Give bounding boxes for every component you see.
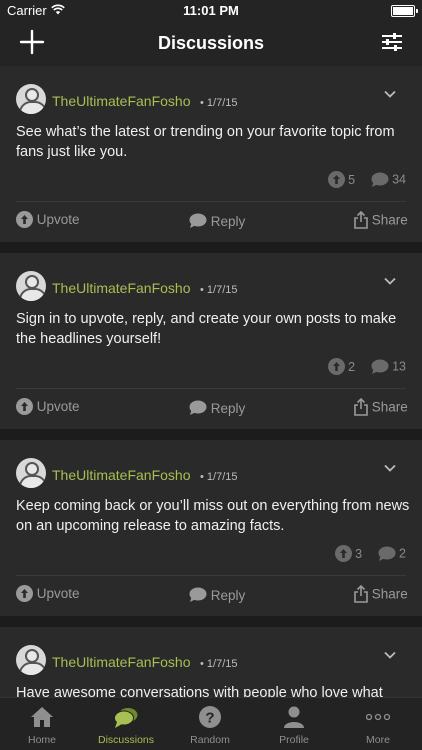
tab-discussions[interactable]: Discussions bbox=[84, 698, 168, 750]
post-text: See what’s the latest or trending on you… bbox=[16, 124, 395, 160]
post-date: • 1/7/15 bbox=[200, 471, 238, 483]
discussions-icon bbox=[114, 708, 138, 728]
post-text: Sign in to upvote, reply, and create you… bbox=[16, 311, 397, 347]
tab-label: Profile bbox=[279, 734, 309, 746]
upvote-count: 5 bbox=[348, 172, 356, 187]
upvote-icon bbox=[16, 585, 33, 602]
avatar[interactable] bbox=[16, 458, 46, 488]
tab-random[interactable]: ? Random bbox=[168, 698, 252, 750]
upvote-icon bbox=[16, 398, 33, 415]
upvote-button[interactable]: Upvote bbox=[16, 211, 80, 233]
question-icon: ? bbox=[199, 706, 221, 728]
post-text: Keep coming back or you’ll miss out on e… bbox=[16, 498, 410, 534]
discussion-feed[interactable]: TheUltimateFanFosho • 1/7/15 See what’s … bbox=[0, 66, 422, 698]
share-icon bbox=[354, 397, 368, 416]
upvote-button[interactable]: Upvote bbox=[16, 398, 80, 420]
tab-home[interactable]: Home bbox=[0, 698, 84, 750]
person-icon bbox=[284, 706, 304, 728]
tab-more[interactable]: More bbox=[336, 698, 420, 750]
upvote-count: 3 bbox=[355, 546, 363, 561]
avatar[interactable] bbox=[16, 645, 46, 675]
avatar[interactable] bbox=[16, 84, 46, 114]
post-date: • 1/7/15 bbox=[200, 658, 238, 670]
tab-profile[interactable]: Profile bbox=[252, 698, 336, 750]
svg-text:?: ? bbox=[205, 710, 214, 727]
tab-bar: Home Discussions ? Random Profile More bbox=[0, 697, 422, 750]
reply-label: Reply bbox=[210, 213, 246, 229]
battery-icon bbox=[391, 5, 418, 17]
nav-bar: Discussions bbox=[0, 22, 422, 66]
header: Carrier 11:01 PM Discussions bbox=[0, 0, 422, 66]
post-stats: 2 13 bbox=[327, 358, 406, 376]
upvote-count-icon bbox=[327, 171, 345, 188]
reply-label: Reply bbox=[210, 400, 246, 416]
reply-button[interactable]: Reply bbox=[189, 400, 245, 422]
upvote-label: Upvote bbox=[36, 212, 80, 227]
tab-label: More bbox=[366, 734, 390, 746]
upvote-count: 2 bbox=[348, 359, 356, 374]
reply-button[interactable]: Reply bbox=[189, 587, 245, 609]
tab-label: Discussions bbox=[97, 734, 155, 746]
more-icon bbox=[366, 713, 390, 721]
post-username[interactable]: TheUltimateFanFosho bbox=[52, 93, 191, 109]
upvote-icon bbox=[16, 211, 33, 228]
post-card: TheUltimateFanFosho • 1/7/15 Keep coming… bbox=[0, 440, 422, 616]
share-button[interactable]: Share bbox=[354, 397, 408, 420]
share-label: Share bbox=[371, 212, 408, 228]
share-button[interactable]: Share bbox=[354, 210, 408, 233]
tab-label: Random bbox=[190, 734, 230, 746]
page-title: Discussions bbox=[157, 33, 265, 53]
tab-label: Home bbox=[27, 734, 56, 746]
reply-label: Reply bbox=[210, 587, 246, 603]
share-icon bbox=[354, 210, 368, 229]
reply-count: 34 bbox=[392, 172, 406, 187]
reply-icon bbox=[189, 587, 207, 603]
post-card: TheUltimateFanFosho • 1/7/15 Have awesom… bbox=[0, 627, 422, 698]
upvote-button[interactable]: Upvote bbox=[16, 585, 80, 607]
reply-count-icon bbox=[378, 546, 396, 561]
share-icon bbox=[354, 584, 368, 603]
share-label: Share bbox=[371, 399, 408, 415]
filter-icon[interactable] bbox=[380, 30, 404, 54]
reply-count: 2 bbox=[399, 546, 406, 561]
upvote-count-icon bbox=[327, 358, 345, 375]
clock: 11:01 PM bbox=[183, 3, 239, 18]
divider bbox=[16, 575, 406, 576]
post-username[interactable]: TheUltimateFanFosho bbox=[52, 280, 191, 296]
divider bbox=[16, 201, 406, 202]
upvote-label: Upvote bbox=[36, 399, 80, 414]
post-stats: 5 34 bbox=[327, 171, 406, 189]
reply-icon bbox=[189, 400, 207, 416]
post-date: • 1/7/15 bbox=[200, 97, 238, 109]
reply-count-icon bbox=[371, 172, 389, 187]
chevron-down-icon[interactable] bbox=[384, 275, 396, 287]
post-stats: 3 2 bbox=[334, 545, 406, 563]
post-username[interactable]: TheUltimateFanFosho bbox=[52, 654, 191, 670]
post-text: Have awesome conversations with people w… bbox=[16, 685, 383, 698]
chevron-down-icon[interactable] bbox=[384, 88, 396, 100]
post-card: TheUltimateFanFosho • 1/7/15 See what’s … bbox=[0, 66, 422, 242]
share-button[interactable]: Share bbox=[354, 584, 408, 607]
divider bbox=[16, 388, 406, 389]
upvote-count-icon bbox=[334, 545, 352, 562]
reply-icon bbox=[189, 213, 207, 229]
upvote-label: Upvote bbox=[36, 586, 80, 601]
home-icon bbox=[31, 707, 53, 727]
post-username[interactable]: TheUltimateFanFosho bbox=[52, 467, 191, 483]
post-card: TheUltimateFanFosho • 1/7/15 Sign in to … bbox=[0, 253, 422, 429]
avatar[interactable] bbox=[16, 271, 46, 301]
chevron-down-icon[interactable] bbox=[384, 649, 396, 661]
reply-count: 13 bbox=[392, 359, 406, 374]
reply-button[interactable]: Reply bbox=[189, 213, 245, 235]
post-date: • 1/7/15 bbox=[200, 284, 238, 296]
chevron-down-icon[interactable] bbox=[384, 462, 396, 474]
reply-count-icon bbox=[371, 359, 389, 374]
status-bar: Carrier 11:01 PM bbox=[0, 0, 422, 22]
share-label: Share bbox=[371, 586, 408, 602]
